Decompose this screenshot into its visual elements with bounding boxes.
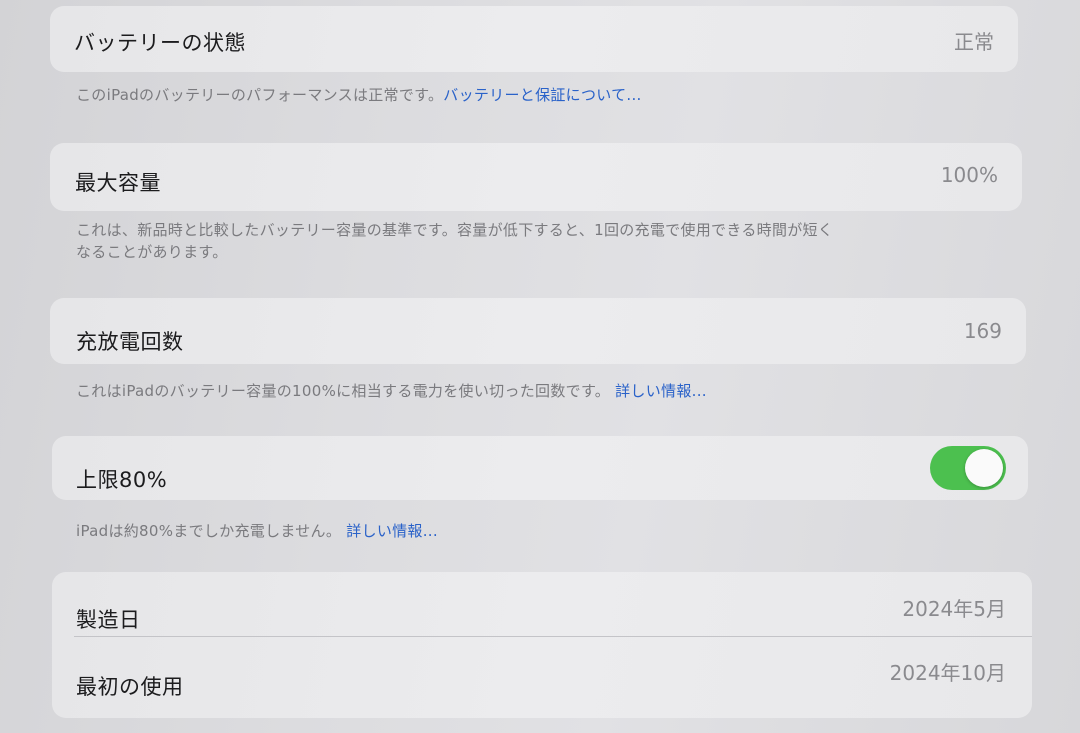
- manufacture-date-label: 製造日: [76, 608, 141, 632]
- limit-80-footnote-text: iPadは約80%までしか充電しません。: [76, 522, 342, 540]
- limit-80-footnote: iPadは約80%までしか充電しません。 詳しい情報...: [76, 520, 996, 542]
- first-use-value: 2024年10月: [889, 661, 1006, 685]
- cycle-count-value: 169: [963, 319, 1002, 343]
- max-capacity-label: 最大容量: [75, 171, 161, 195]
- battery-health-footnote: このiPadのバッテリーのパフォーマンスは正常です。バッテリーと保証について..…: [76, 84, 976, 106]
- manufacture-date-value: 2024年5月: [902, 597, 1006, 621]
- cycle-count-footnote: これはiPadのバッテリー容量の100%に相当する電力を使い切った回数です。 詳…: [76, 380, 996, 402]
- battery-health-value: 正常: [954, 30, 994, 54]
- max-capacity-footnote-line2: なることがあります。: [76, 243, 228, 261]
- max-capacity-row: 最大容量 100%: [50, 143, 1022, 211]
- battery-health-footnote-text: このiPadのバッテリーのパフォーマンスは正常です。: [76, 86, 444, 104]
- limit-80-toggle[interactable]: [930, 446, 1006, 490]
- limit-80-label: 上限80%: [76, 468, 168, 492]
- cycle-count-footnote-text: これはiPadのバッテリー容量の100%に相当する電力を使い切った回数です。: [76, 382, 611, 400]
- max-capacity-footnote: これは、新品時と比較したバッテリー容量の基準です。容量が低下すると、1回の充電で…: [76, 219, 996, 263]
- limit-80-row: 上限80%: [52, 436, 1028, 500]
- cycle-count-row: 充放電回数 169: [50, 298, 1026, 364]
- dates-divider: [74, 636, 1032, 637]
- battery-health-label: バッテリーの状態: [74, 31, 246, 55]
- cycle-count-more-info-link[interactable]: 詳しい情報...: [615, 382, 707, 400]
- battery-warranty-link[interactable]: バッテリーと保証について...: [443, 86, 641, 104]
- battery-health-row: バッテリーの状態 正常: [50, 6, 1018, 72]
- dates-card: 製造日 2024年5月 最初の使用 2024年10月: [52, 572, 1032, 718]
- first-use-label: 最初の使用: [76, 675, 184, 699]
- limit-80-more-info-link[interactable]: 詳しい情報...: [346, 522, 438, 540]
- max-capacity-value: 100%: [940, 163, 998, 187]
- cycle-count-label: 充放電回数: [76, 330, 184, 354]
- toggle-knob: [965, 449, 1003, 487]
- max-capacity-footnote-line1: これは、新品時と比較したバッテリー容量の基準です。容量が低下すると、1回の充電で…: [76, 221, 834, 239]
